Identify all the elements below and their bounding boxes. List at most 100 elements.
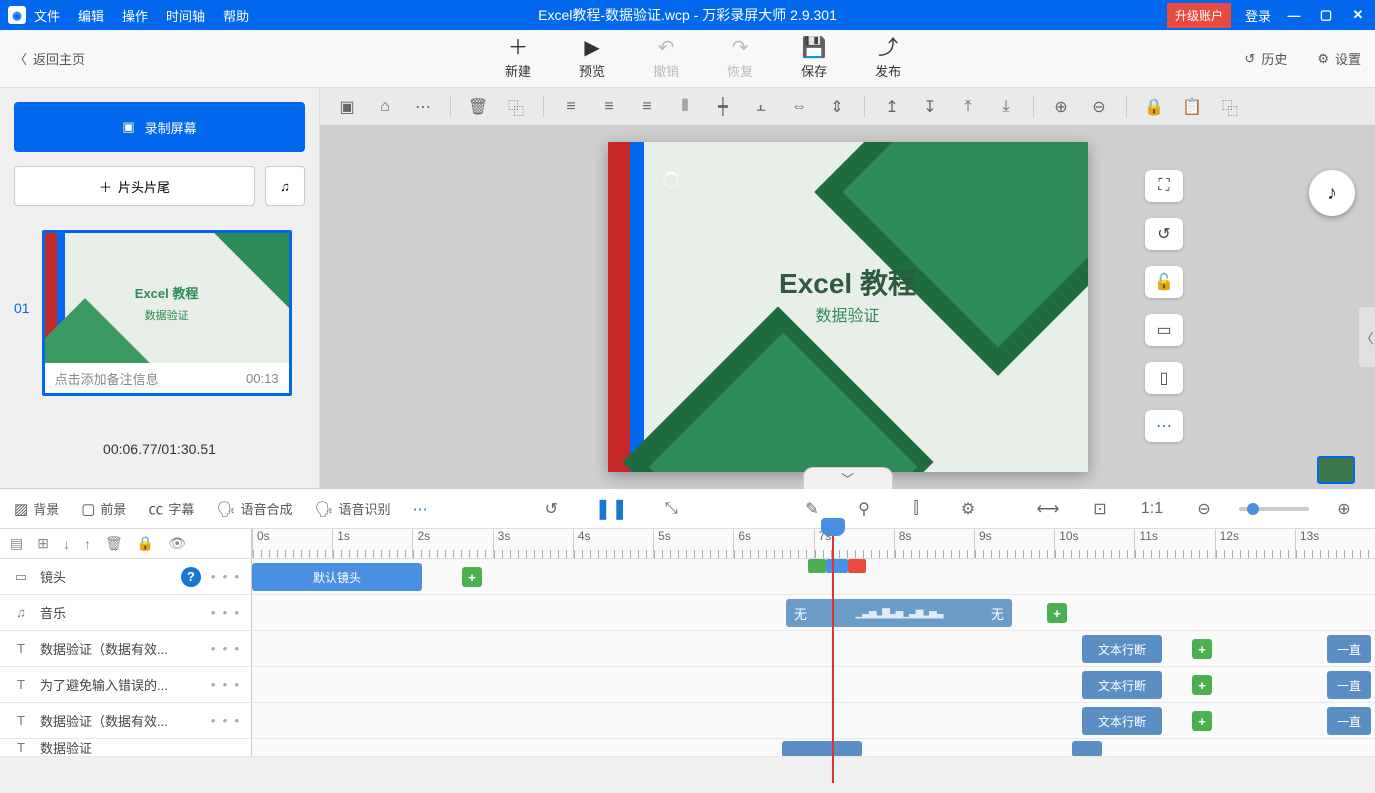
track-options[interactable]: • • •	[211, 641, 239, 656]
tool-add-track[interactable]: ⊞	[37, 535, 49, 552]
align-middle-v[interactable]: ┿	[706, 93, 740, 121]
add-keyframe[interactable]: +	[462, 567, 482, 587]
text-end-clip[interactable]: 一直	[1327, 635, 1371, 663]
toolbar-publish[interactable]: ⤴发布	[875, 37, 901, 80]
text-end-clip[interactable]: 一直	[1327, 707, 1371, 735]
text-clip[interactable]: 文本行断	[1082, 635, 1162, 663]
menu-action[interactable]: 操作	[122, 6, 148, 25]
expand-right-panel[interactable]: 〈	[1359, 307, 1375, 367]
distribute-h[interactable]: ⇔	[782, 93, 816, 121]
clipboard-tool[interactable]: 📋	[1175, 93, 1209, 121]
add-keyframe[interactable]: +	[1192, 711, 1212, 731]
send-backward[interactable]: ↧	[913, 93, 947, 121]
scale-tl[interactable]: 1:1	[1135, 495, 1169, 523]
add-keyframe[interactable]: +	[1047, 603, 1067, 623]
edit-tl[interactable]: ✎	[795, 495, 829, 523]
collapse-timeline-handle[interactable]: ﹀	[803, 467, 893, 489]
pause-button[interactable]: ❚❚	[594, 495, 628, 523]
tool-down[interactable]: ↓	[63, 536, 70, 552]
snap-tl[interactable]: ⊡	[1083, 495, 1117, 523]
marker-tl[interactable]: ⚲	[847, 495, 881, 523]
lock-tool[interactable]: 🔒	[1137, 93, 1171, 121]
text-clip[interactable]: 文本行断	[1082, 707, 1162, 735]
opt-tts[interactable]: 🗣语音合成	[216, 499, 292, 518]
toolbar-preview[interactable]: ▶预览	[579, 37, 605, 80]
fit-tl[interactable]: ⟷	[1031, 495, 1065, 523]
marker-green[interactable]	[808, 559, 826, 573]
login-button[interactable]: 登录	[1245, 6, 1271, 25]
aspect-portrait-button[interactable]: ▯	[1145, 362, 1183, 394]
rotate-button[interactable]: ↺	[1145, 218, 1183, 250]
track-options[interactable]: • • •	[211, 569, 239, 584]
duplicate-tool[interactable]: ⿻	[1213, 93, 1247, 121]
intro-outro-button[interactable]: ＋片头片尾	[14, 166, 255, 206]
align-bottom[interactable]: ⫠	[744, 93, 778, 121]
tool-delete-track[interactable]: 🗑	[105, 535, 123, 552]
aspect-wide-button[interactable]: ▭	[1145, 314, 1183, 346]
opt-more[interactable]: ⋯	[413, 500, 428, 518]
zoom-in-tl[interactable]: ⊕	[1327, 495, 1361, 523]
align-right[interactable]: ≡	[630, 93, 664, 121]
text-clip[interactable]	[782, 741, 862, 757]
toolbar-new[interactable]: ＋新建	[505, 37, 531, 80]
track-body[interactable]: 文本行断 + 一直	[252, 631, 1375, 666]
stage[interactable]: Excel 教程 数据验证 ⛶ ↺ 🔓 ▭ ▯ ⋯ ♪ 〈 ﹀	[320, 126, 1375, 488]
tool-visibility[interactable]: 👁	[168, 535, 186, 552]
note-prompt[interactable]: 点击添加备注信息	[55, 369, 159, 388]
marker-blue[interactable]	[826, 559, 848, 573]
distribute-v[interactable]: ⇕	[820, 93, 854, 121]
settings-button[interactable]: ⚙设置	[1317, 49, 1361, 68]
tool-up[interactable]: ↑	[84, 536, 91, 552]
opt-caption[interactable]: ㏄字幕	[148, 498, 194, 519]
track-body[interactable]: 文本行断 + 一直	[252, 703, 1375, 738]
zoom-out-tl[interactable]: ⊖	[1187, 495, 1221, 523]
bring-forward[interactable]: ↥	[875, 93, 909, 121]
more-tool[interactable]: ⋯	[406, 93, 440, 121]
copy-tool[interactable]: ⿻	[499, 93, 533, 121]
track-body[interactable]: 无 ▁▃▅▂▇▃▅▁▃▆▂▅▃ 无 +	[252, 595, 1375, 630]
close-button[interactable]: ✕	[1349, 7, 1367, 23]
scene-thumbnail[interactable]: Excel 教程 数据验证 点击添加备注信息 00:13	[42, 230, 292, 396]
align-left[interactable]: ≡	[554, 93, 588, 121]
rewind-button[interactable]: ↺	[534, 495, 568, 523]
tool-lock-track[interactable]: 🔒	[137, 535, 154, 552]
record-tool[interactable]: ▣	[330, 93, 364, 121]
bgm-button[interactable]: ♫	[265, 166, 305, 206]
minimize-button[interactable]: —	[1285, 8, 1303, 23]
unlock-button[interactable]: 🔓	[1145, 266, 1183, 298]
expand-stage-button[interactable]: ⤡	[654, 495, 688, 523]
more-float-button[interactable]: ⋯	[1145, 410, 1183, 442]
upgrade-button[interactable]: 升级账户	[1167, 3, 1231, 28]
send-back[interactable]: ⤓	[989, 93, 1023, 121]
zoom-out[interactable]: ⊖	[1082, 93, 1116, 121]
home-tool[interactable]: ⌂	[368, 93, 402, 121]
bring-front[interactable]: ⤒	[951, 93, 985, 121]
text-clip-b[interactable]	[1072, 741, 1102, 757]
fullscreen-button[interactable]: ⛶	[1145, 170, 1183, 202]
track-options[interactable]: • • •	[211, 713, 239, 728]
menu-file[interactable]: 文件	[34, 6, 60, 25]
audio-bubble[interactable]: ♪	[1309, 170, 1355, 216]
record-screen-button[interactable]: ▣ 录制屏幕	[14, 102, 305, 152]
track-options[interactable]: • • •	[211, 677, 239, 692]
help-badge[interactable]: ?	[181, 567, 201, 587]
menu-timeline[interactable]: 时间轴	[166, 6, 205, 25]
zoom-in[interactable]: ⊕	[1044, 93, 1078, 121]
opt-asr[interactable]: 🗣语音识别	[315, 499, 391, 518]
text-clip[interactable]: 文本行断	[1082, 671, 1162, 699]
filter-tl[interactable]: ⫿	[899, 495, 933, 523]
track-options[interactable]: • • •	[211, 605, 239, 620]
music-clip[interactable]: 无 ▁▃▅▂▇▃▅▁▃▆▂▅▃ 无	[786, 599, 1012, 627]
align-center-h[interactable]: ≡	[592, 93, 626, 121]
pip-thumbnail[interactable]	[1317, 456, 1355, 484]
opt-background[interactable]: ▨背景	[14, 499, 59, 518]
delete-tool[interactable]: 🗑	[461, 93, 495, 121]
maximize-button[interactable]: ▢	[1317, 7, 1335, 23]
settings-tl[interactable]: ⚙	[951, 495, 985, 523]
marker-red[interactable]	[848, 559, 866, 573]
zoom-slider[interactable]	[1239, 507, 1309, 511]
camera-clip-default[interactable]: 默认镜头	[252, 563, 422, 591]
time-ruler[interactable]: 0s1s2s3s4s5s6s7s8s9s10s11s12s13s	[252, 529, 1375, 558]
back-home[interactable]: 〈 返回主页	[14, 49, 85, 68]
track-body[interactable]	[252, 739, 1375, 756]
